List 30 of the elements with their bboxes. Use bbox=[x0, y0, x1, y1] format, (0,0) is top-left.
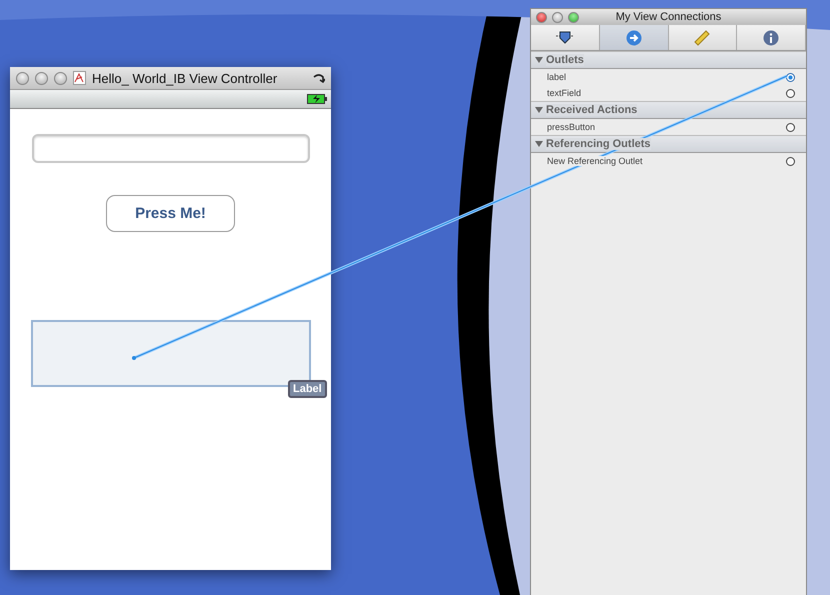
outlet-name: label bbox=[547, 72, 566, 82]
connection-circle[interactable] bbox=[786, 88, 795, 98]
connection-circle[interactable] bbox=[786, 156, 795, 166]
minimize-button[interactable] bbox=[35, 72, 48, 84]
disclosure-triangle-icon[interactable] bbox=[535, 56, 543, 64]
outlet-name: pressButton bbox=[547, 122, 596, 132]
outlet-name: textField bbox=[547, 88, 582, 98]
disclosure-triangle-icon[interactable] bbox=[535, 106, 543, 114]
arrow-circle-icon bbox=[626, 30, 642, 46]
info-icon bbox=[763, 30, 780, 46]
close-button[interactable] bbox=[16, 72, 29, 84]
label-badge: Label bbox=[288, 380, 327, 398]
outlet-name: New Referencing Outlet bbox=[547, 156, 643, 166]
section-header[interactable]: Referencing Outlets bbox=[531, 135, 806, 153]
panel-title: My View Connections bbox=[614, 11, 722, 23]
zoom-button[interactable] bbox=[568, 12, 579, 22]
rotate-icon[interactable] bbox=[313, 73, 325, 83]
press-me-button[interactable]: Press Me! bbox=[106, 195, 235, 232]
section-header[interactable]: Received Actions bbox=[531, 101, 806, 119]
connection-circle[interactable] bbox=[786, 72, 795, 82]
zoom-button[interactable] bbox=[54, 72, 67, 84]
battery-icon bbox=[307, 94, 327, 104]
text-field[interactable] bbox=[32, 134, 310, 163]
document-icon bbox=[73, 71, 86, 85]
section-header[interactable]: Outlets bbox=[531, 51, 806, 69]
minimize-button[interactable] bbox=[552, 12, 563, 22]
close-button[interactable] bbox=[536, 12, 547, 22]
connection-circle[interactable] bbox=[786, 122, 795, 132]
window-title: Hello_ World_IB View Controller bbox=[92, 70, 278, 86]
disclosure-triangle-icon[interactable] bbox=[535, 140, 543, 148]
